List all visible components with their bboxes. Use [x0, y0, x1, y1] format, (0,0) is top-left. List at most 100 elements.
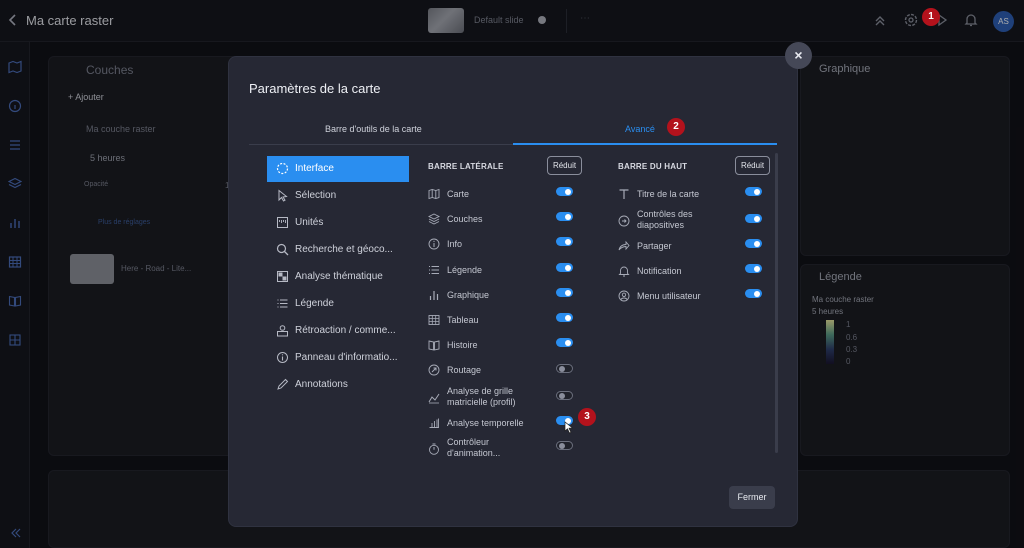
user-icon	[618, 290, 630, 302]
option-routage: Routage	[428, 361, 578, 383]
option-tableau: Tableau	[428, 311, 578, 333]
menu-item-thematic-analysis[interactable]: Analyse thématique	[267, 264, 409, 290]
pencil-icon	[276, 378, 289, 391]
active-tab-indicator	[513, 143, 777, 145]
option-label: Histoire	[447, 340, 478, 350]
option-label: Analyse temporelle	[447, 418, 524, 428]
grid-icon	[428, 417, 440, 429]
menu-item-selection[interactable]: Sélection	[267, 183, 409, 209]
menu-item-label: Interface	[295, 163, 334, 174]
menu-item-label: Légende	[295, 298, 334, 309]
menu-item-units[interactable]: Unités	[267, 210, 409, 236]
menu-item-interface[interactable]: Interface	[267, 156, 409, 182]
profile-icon	[428, 392, 440, 404]
option-carte: Carte	[428, 185, 578, 207]
annotation-badge: 3	[578, 408, 596, 426]
toggle-user-menu[interactable]	[745, 289, 762, 298]
toggle-carte[interactable]	[556, 187, 573, 196]
mouse-cursor-icon	[564, 421, 574, 434]
annotation-badge: 2	[667, 118, 685, 136]
menu-item-label: Annotations	[295, 379, 348, 390]
sidebar-section-title: BARRE LATÉRALE	[428, 162, 504, 171]
slides-icon	[618, 215, 630, 227]
option-label: Graphique	[447, 290, 490, 300]
map-icon	[428, 188, 440, 200]
search-icon	[276, 243, 289, 256]
menu-item-label: Panneau d'informatio...	[295, 352, 398, 363]
option-label: Analyse de grille matricielle (profil)	[447, 386, 516, 407]
info-icon	[428, 238, 440, 250]
option-label: Titre de la carte	[637, 189, 700, 199]
option-label: Légende	[447, 265, 483, 275]
option-couches: Couches	[428, 210, 578, 232]
toggle-grid-analysis[interactable]	[556, 391, 573, 400]
toggle-tableau[interactable]	[556, 313, 573, 322]
toggle-animation-controller[interactable]	[556, 441, 573, 450]
menu-item-search-geocoding[interactable]: Recherche et géoco...	[267, 237, 409, 263]
sidebar-reduced-button[interactable]: Réduit	[547, 156, 582, 175]
toggle-notification[interactable]	[745, 264, 762, 273]
list-icon	[276, 297, 289, 310]
layers-icon	[428, 213, 440, 225]
toggle-legende[interactable]	[556, 263, 573, 272]
toggle-couches[interactable]	[556, 212, 573, 221]
book-icon	[428, 339, 440, 351]
scrollbar[interactable]	[775, 153, 778, 453]
map-settings-dialog: Paramètres de la carte Barre d'outils de…	[228, 56, 798, 527]
list-icon	[428, 264, 440, 276]
option-grid-analysis: Analyse de grille matricielle (profil)	[428, 386, 578, 411]
menu-item-legend[interactable]: Légende	[267, 291, 409, 317]
tab-map-toolbar[interactable]: Barre d'outils de la carte	[325, 124, 422, 134]
option-animation-controller: Contrôleur d'animation...	[428, 437, 578, 462]
menu-item-label: Sélection	[295, 190, 337, 201]
option-label: Couches	[447, 214, 483, 224]
toggle-graphique[interactable]	[556, 288, 573, 297]
cursor-icon	[276, 189, 289, 202]
menu-item-label: Rétroaction / comme...	[295, 325, 396, 336]
toggle-info[interactable]	[556, 237, 573, 246]
dialog-title: Paramètres de la carte	[249, 81, 381, 96]
topbar-reduced-button[interactable]: Réduit	[735, 156, 770, 175]
title-icon	[618, 188, 630, 200]
menu-item-annotations[interactable]: Annotations	[267, 372, 409, 398]
ruler-icon	[276, 216, 289, 229]
toggle-share[interactable]	[745, 239, 762, 248]
option-slide-controls: Contrôles des diapositives	[618, 209, 768, 234]
option-legende: Légende	[428, 261, 578, 283]
option-label: Notification	[637, 266, 682, 276]
close-icon[interactable]: ×	[785, 42, 812, 69]
bell-icon	[618, 265, 630, 277]
option-label: Contrôles des diapositives	[637, 209, 693, 230]
annotation-badge: 1	[922, 8, 940, 26]
close-dialog-button[interactable]: Fermer	[729, 486, 775, 509]
bar-chart-icon	[428, 289, 440, 301]
timer-icon	[428, 443, 440, 455]
table-icon	[428, 314, 440, 326]
toggle-map-title[interactable]	[745, 187, 762, 196]
option-info: Info	[428, 235, 578, 257]
option-label: Menu utilisateur	[637, 291, 701, 301]
tab-bar: Barre d'outils de la carte Avancé	[249, 115, 777, 145]
toggle-slide-controls[interactable]	[745, 214, 762, 223]
menu-item-info-panel[interactable]: Panneau d'informatio...	[267, 345, 409, 371]
menu-item-label: Analyse thématique	[295, 271, 383, 282]
toggle-histoire[interactable]	[556, 338, 573, 347]
topbar-section-title: BARRE DU HAUT	[618, 162, 688, 171]
option-analyse-temporelle: Analyse temporelle	[428, 414, 578, 436]
option-histoire: Histoire	[428, 336, 578, 358]
share-icon	[618, 240, 630, 252]
menu-item-label: Unités	[295, 217, 324, 228]
feedback-icon	[276, 324, 289, 337]
option-label: Info	[447, 239, 463, 249]
tab-advanced[interactable]: Avancé	[625, 124, 655, 134]
dashed-circle-icon	[276, 162, 289, 175]
toggle-routage[interactable]	[556, 364, 573, 373]
option-graphique: Graphique	[428, 286, 578, 308]
thematic-icon	[276, 270, 289, 283]
menu-item-feedback[interactable]: Rétroaction / comme...	[267, 318, 409, 344]
info-icon	[276, 351, 289, 364]
option-label: Carte	[447, 189, 470, 199]
option-label: Partager	[637, 241, 672, 251]
option-label: Tableau	[447, 315, 479, 325]
route-icon	[428, 364, 440, 376]
